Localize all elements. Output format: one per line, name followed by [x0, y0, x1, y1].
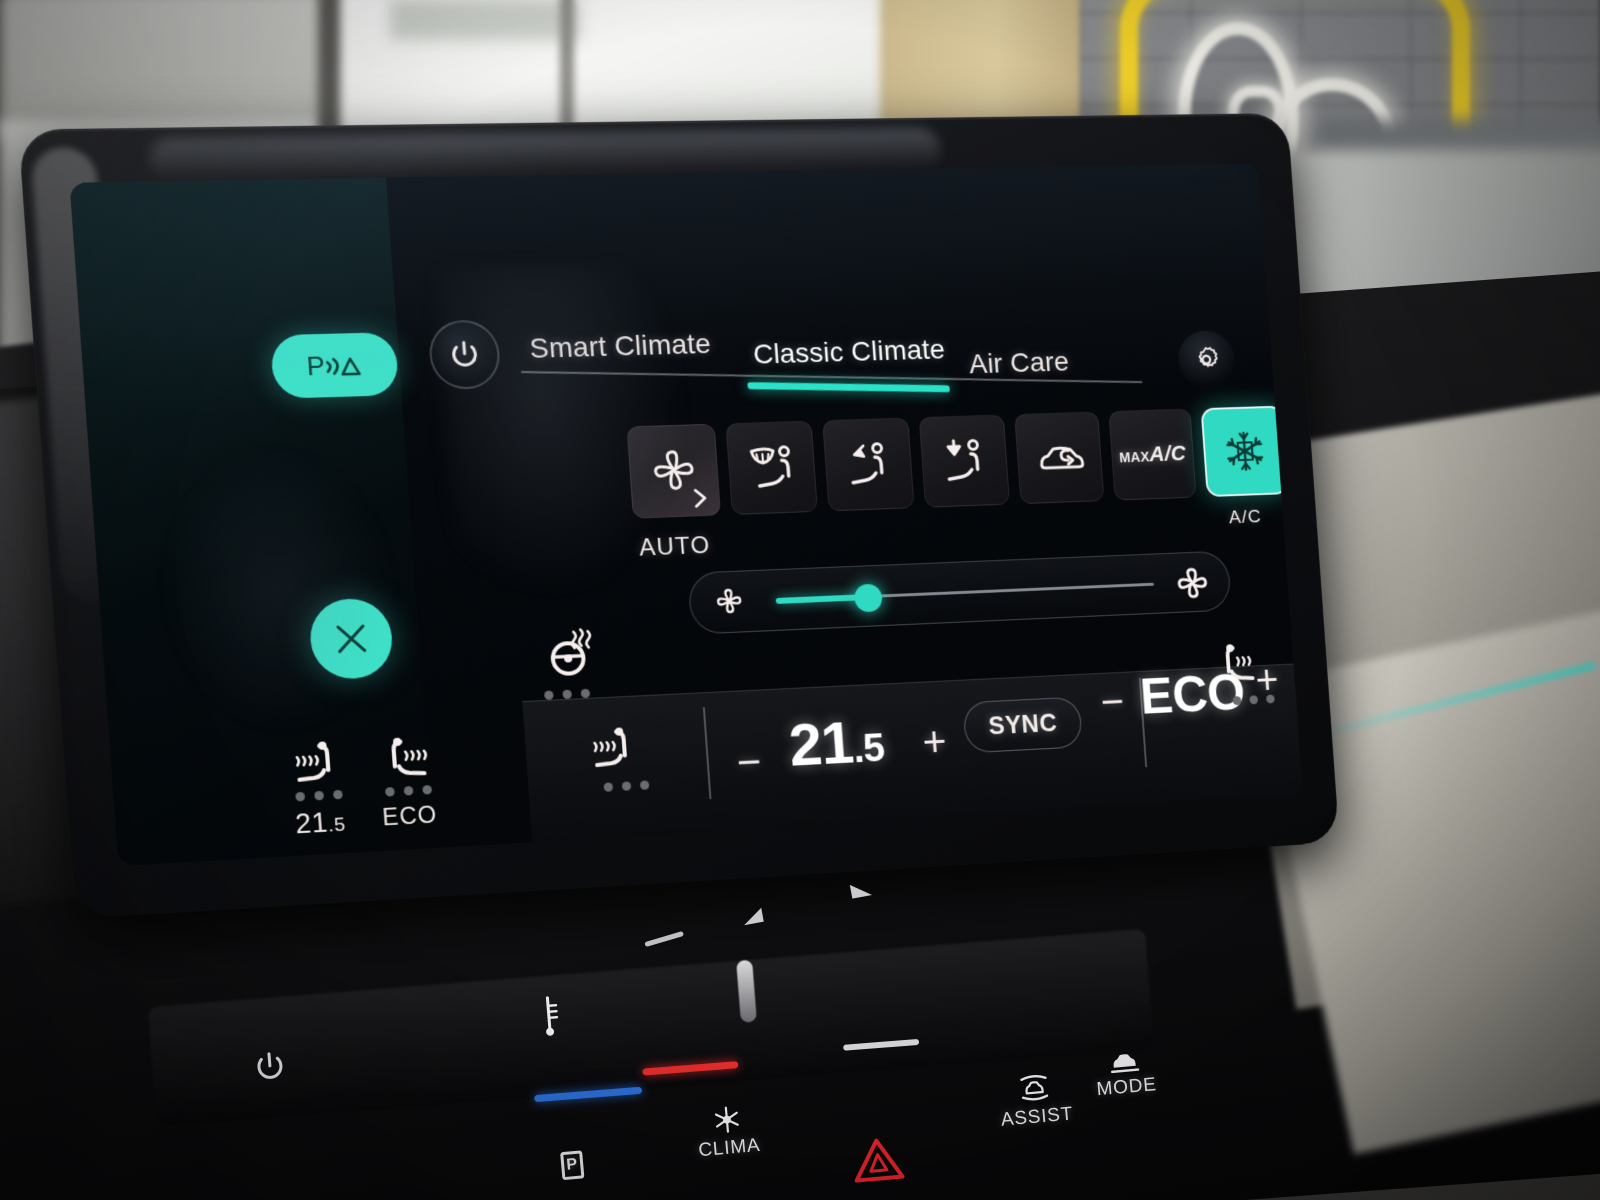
close-x-icon [331, 620, 371, 658]
face-airflow-seat-icon [842, 439, 896, 490]
fan-speed-slider[interactable] [687, 550, 1232, 635]
level-dot [621, 781, 631, 791]
bottom-seat-heat-right-button[interactable] [1216, 640, 1287, 706]
fan-slider-handle[interactable] [853, 583, 883, 613]
mode-button-recirculation[interactable] [1014, 411, 1104, 505]
level-dot [544, 690, 554, 700]
level-dot [294, 791, 305, 802]
close-button[interactable] [307, 597, 395, 681]
mode-car-icon [1111, 1054, 1140, 1074]
tab-classic-climate[interactable]: Classic Climate [752, 334, 946, 371]
clima-button[interactable]: CLIMA [695, 1103, 762, 1162]
settings-button[interactable] [1176, 329, 1237, 390]
seat-heat-left-icon [287, 739, 345, 787]
thermometer-icon [545, 996, 559, 1036]
park-assist-icon: P [306, 351, 366, 382]
park-p-icon: P [560, 1150, 585, 1181]
fan-large-icon [1173, 565, 1211, 603]
gear-icon [1191, 345, 1221, 375]
background-ceiling [0, 0, 340, 140]
infotainment-display: P 21.5 ECO Smart Climate Classic Climate… [18, 113, 1340, 919]
background-window-upper [390, 0, 580, 40]
park-assist-button[interactable]: P [269, 332, 400, 399]
rail-eco-label: ECO [381, 801, 439, 831]
mode-label-auto: AUTO [638, 531, 712, 562]
level-dot [384, 787, 395, 797]
screen-surface: P 21.5 ECO Smart Climate Classic Climate… [69, 163, 1304, 867]
mode-button[interactable]: MODE [1093, 1044, 1158, 1101]
hazard-button[interactable] [850, 1134, 906, 1184]
clima-snowflake-icon [714, 1106, 739, 1133]
temperature-value: 21.5 [786, 708, 886, 779]
tab-active-indicator [747, 382, 950, 393]
control-dash-left[interactable] [644, 930, 685, 948]
level-dot [1248, 695, 1258, 705]
sync-label: SYNC [987, 708, 1059, 740]
tab-bar: Smart Climate Classic Climate Air Care [518, 307, 1143, 397]
level-dot [332, 789, 343, 800]
park-button[interactable]: P [560, 1150, 585, 1181]
bottom-seat-heat-left-button[interactable] [585, 724, 662, 793]
hazard-triangle-icon [854, 1138, 905, 1183]
level-dot [562, 689, 573, 700]
clima-label: CLIMA [697, 1134, 762, 1162]
volume-down-icon[interactable] [741, 907, 764, 926]
temperature-decrease-button[interactable]: − [735, 737, 763, 785]
mode-button-foot-vent[interactable] [918, 414, 1010, 508]
mode-button-row: MAXA/C [626, 405, 1290, 545]
level-dot [603, 782, 613, 792]
sync-button[interactable]: SYNC [962, 696, 1083, 754]
level-dot [403, 786, 414, 796]
power-button[interactable] [427, 319, 502, 391]
car-recirculation-icon [1033, 432, 1086, 482]
steering-wheel-heat-button[interactable] [539, 624, 625, 700]
level-dot [313, 790, 324, 801]
assist-button[interactable]: ASSIST [997, 1070, 1074, 1132]
seat-heat-right-icon [1216, 641, 1264, 688]
snowflake-icon [1222, 428, 1268, 474]
max-ac-label: MAXA/C [1118, 440, 1187, 467]
mode-label: MODE [1095, 1074, 1158, 1101]
assist-car-icon [1020, 1074, 1049, 1101]
level-dot [1231, 696, 1241, 706]
main-panel: Smart Climate Classic Climate Air Care M… [386, 164, 1304, 849]
screenshot-root: P 21.5 ECO Smart Climate Classic Climate… [0, 0, 1600, 1200]
steering-wheel-heat-icon [539, 625, 600, 680]
assist-label: ASSIST [1000, 1103, 1075, 1131]
physical-power-icon[interactable] [252, 1049, 289, 1086]
level-dot [1265, 694, 1275, 704]
temperature-increase-button[interactable]: + [921, 718, 948, 766]
svg-text:P: P [306, 351, 326, 382]
eco-decrease-button[interactable]: − [1099, 678, 1126, 725]
rail-temperature-value: 21.5 [294, 807, 347, 840]
seat-heat-left-icon [585, 725, 641, 774]
mode-label-ac: A/C [1228, 506, 1263, 529]
volume-up-icon[interactable] [849, 881, 873, 899]
tab-smart-climate[interactable]: Smart Climate [529, 328, 712, 365]
level-dot [639, 780, 649, 790]
fan-small-icon [717, 589, 745, 614]
chevron-right-icon [693, 488, 707, 508]
tab-air-care[interactable]: Air Care [968, 346, 1070, 380]
mode-button-max-ac[interactable]: MAXA/C [1107, 408, 1197, 501]
fan-slider-fill [775, 594, 865, 604]
left-rail: P 21.5 ECO [69, 177, 438, 867]
mode-button-face-vent[interactable] [822, 417, 915, 512]
seat-heat-right-level [384, 785, 432, 797]
seat-heat-left-level [294, 789, 343, 802]
windshield-defrost-seat-icon [744, 442, 799, 493]
mode-button-ac[interactable] [1200, 405, 1289, 498]
rail-seat-heat-left-button[interactable]: 21.5 [280, 738, 357, 856]
bottom-seat-heat-left-level [589, 780, 662, 793]
level-dot [580, 688, 591, 699]
bottom-bar-divider [702, 707, 712, 800]
mode-button-auto[interactable] [626, 423, 721, 519]
bottom-seat-heat-right-level [1219, 694, 1287, 706]
foot-airflow-seat-icon [938, 436, 992, 487]
mode-button-defrost-seat[interactable] [725, 420, 819, 515]
power-icon [447, 338, 482, 371]
